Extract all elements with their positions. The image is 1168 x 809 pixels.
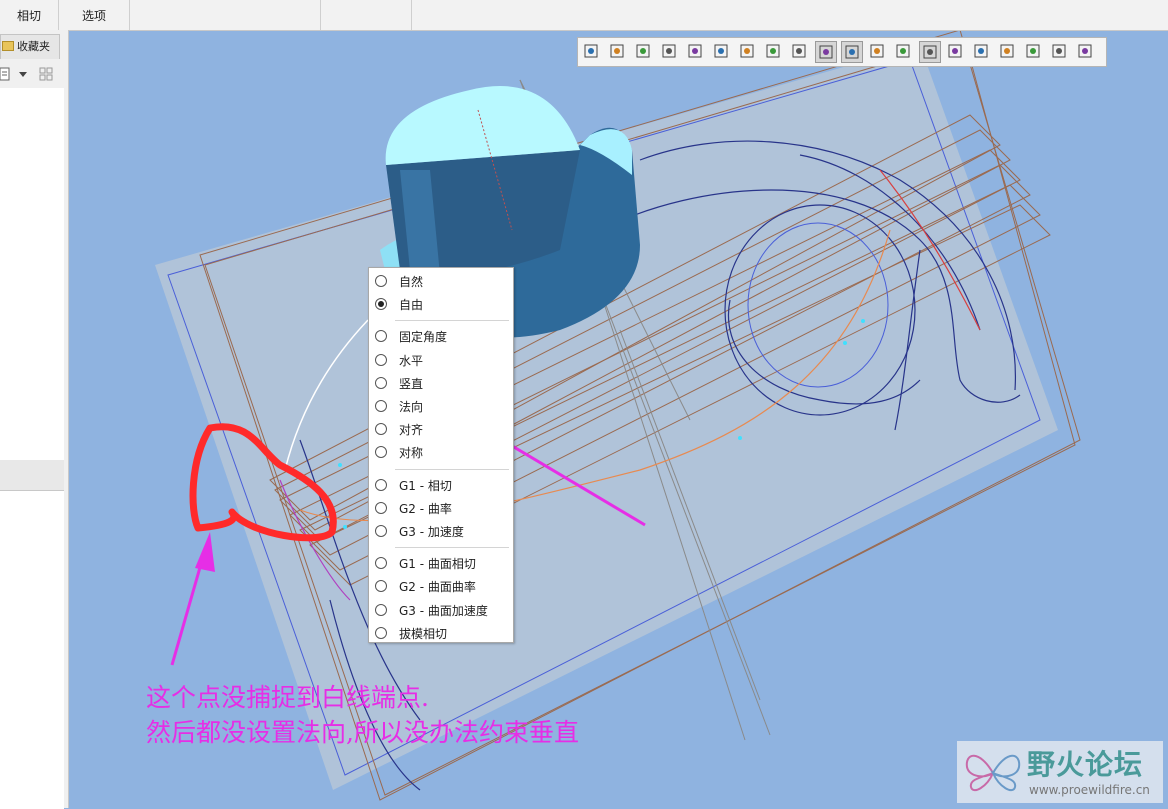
geometry-icon[interactable] (1023, 41, 1045, 63)
section-icon[interactable] (997, 41, 1019, 63)
radio-icon (375, 330, 387, 343)
radio-icon (375, 557, 387, 570)
menu-item-label: G3 - 加速度 (399, 525, 464, 539)
left-panel: 收藏夹 (0, 30, 69, 809)
radio-icon (375, 478, 387, 491)
display-style-icon[interactable] (685, 41, 707, 63)
menu-separator (395, 468, 509, 470)
radio-icon (375, 580, 387, 593)
panel-toolbar-icons[interactable] (0, 64, 64, 84)
menu-item[interactable]: G3 - 加速度 (369, 520, 513, 542)
detail-area (0, 490, 64, 809)
radio-icon (375, 446, 387, 459)
menu-item[interactable]: G1 - 曲面相切 (369, 552, 513, 574)
menu-item[interactable]: G1 - 相切 (369, 474, 513, 496)
point-display-icon[interactable] (867, 41, 889, 63)
menu-item-label: G2 - 曲面曲率 (399, 580, 476, 595)
tab-options[interactable]: 选项 (59, 0, 130, 30)
constraint-context-menu: 自然自由固定角度水平竖直法向对齐对称 G1 - 相切 G2 - 曲率 G3 - 加速度… (368, 267, 514, 643)
menu-item[interactable]: 自由 (369, 293, 513, 315)
menu-item-label: 对齐 (399, 423, 424, 438)
menu-item-label: 自然 (399, 275, 424, 289)
menu-item[interactable]: 自然 (369, 270, 513, 292)
curve-display-icon[interactable] (945, 41, 967, 63)
menu-item-label: 拔模相切 (399, 626, 448, 641)
forum-watermark: 野火论坛 www.proewildfire.cn (957, 741, 1163, 803)
tab-spacer (130, 0, 321, 30)
menu-item[interactable]: 对称 (369, 441, 513, 463)
tab-spacer (321, 0, 412, 30)
axis-display-icon[interactable] (841, 41, 863, 63)
menu-item[interactable]: 竖直 (369, 372, 513, 394)
menu-item-label: G3 - 曲面加速度 (399, 603, 488, 618)
mirror-icon[interactable] (1075, 41, 1097, 63)
radio-icon (375, 298, 387, 311)
tab-tangent[interactable]: 相切 (0, 0, 59, 30)
menu-item-label: 对称 (399, 446, 424, 461)
menu-item-label: 法向 (399, 400, 424, 414)
annotation-display-icon[interactable] (919, 41, 941, 63)
radio-icon (375, 275, 387, 287)
butterfly-logo-icon (965, 754, 1021, 792)
favorites-tab[interactable]: 收藏夹 (0, 34, 60, 59)
menu-item[interactable]: 法向 (369, 395, 513, 417)
menu-item-label: G1 - 相切 (399, 478, 452, 493)
radio-icon (375, 353, 387, 366)
menu-item-label: 固定角度 (399, 330, 448, 345)
menu-item[interactable]: G3 - 曲面加速度 (369, 599, 513, 621)
annotation-line-2: 然后都没设置法向,所以没办法约束垂直 (146, 718, 579, 747)
panel-splitter[interactable] (0, 460, 64, 490)
menu-item[interactable]: G2 - 曲率 (369, 497, 513, 519)
zoom-in-icon[interactable] (607, 41, 629, 63)
menu-item[interactable]: 对齐 (369, 418, 513, 440)
watermark-title: 野火论坛 (1027, 748, 1144, 781)
menu-item-label: G2 - 曲率 (399, 501, 452, 516)
radio-icon (375, 423, 387, 436)
grid-icon[interactable] (1049, 41, 1071, 63)
radio-icon (375, 626, 387, 639)
zoom-out-icon[interactable] (633, 41, 655, 63)
menu-item[interactable]: 固定角度 (369, 325, 513, 347)
datum-display-icon[interactable] (789, 41, 811, 63)
annotation-line-1: 这个点没捕捉到白线端点. (146, 683, 429, 712)
model-tree[interactable] (0, 88, 64, 488)
menu-item-label: 竖直 (399, 376, 424, 391)
radio-icon (375, 400, 387, 412)
menu-separator (395, 547, 509, 549)
spin-center-icon[interactable] (763, 41, 785, 63)
radio-icon (375, 603, 387, 616)
view-toolbar (577, 37, 1107, 67)
favorites-tab-label: 收藏夹 (17, 40, 50, 53)
watermark-url: www.proewildfire.cn (1029, 783, 1150, 797)
radio-icon (375, 501, 387, 514)
menu-item[interactable]: 水平 (369, 349, 513, 371)
radio-icon (375, 525, 387, 537)
refit-icon[interactable] (581, 41, 603, 63)
radio-icon (375, 376, 387, 389)
menu-item-label: 水平 (399, 353, 424, 368)
repaint-icon[interactable] (659, 41, 681, 63)
saved-views-icon[interactable] (711, 41, 733, 63)
menu-item-label: G1 - 曲面相切 (399, 557, 476, 572)
curvature-icon[interactable] (971, 41, 993, 63)
menu-item[interactable]: G2 - 曲面曲率 (369, 575, 513, 597)
csys-display-icon[interactable] (893, 41, 915, 63)
feature-tab-bar: 相切 选项 (0, 0, 1168, 31)
menu-separator (395, 320, 509, 322)
menu-item[interactable]: 拔模相切 (369, 622, 513, 644)
view-manager-icon[interactable] (737, 41, 759, 63)
folder-icon (2, 41, 14, 51)
menu-item-label: 自由 (399, 298, 424, 313)
plane-display-icon[interactable] (815, 41, 837, 63)
panel-toolbar (0, 64, 64, 84)
